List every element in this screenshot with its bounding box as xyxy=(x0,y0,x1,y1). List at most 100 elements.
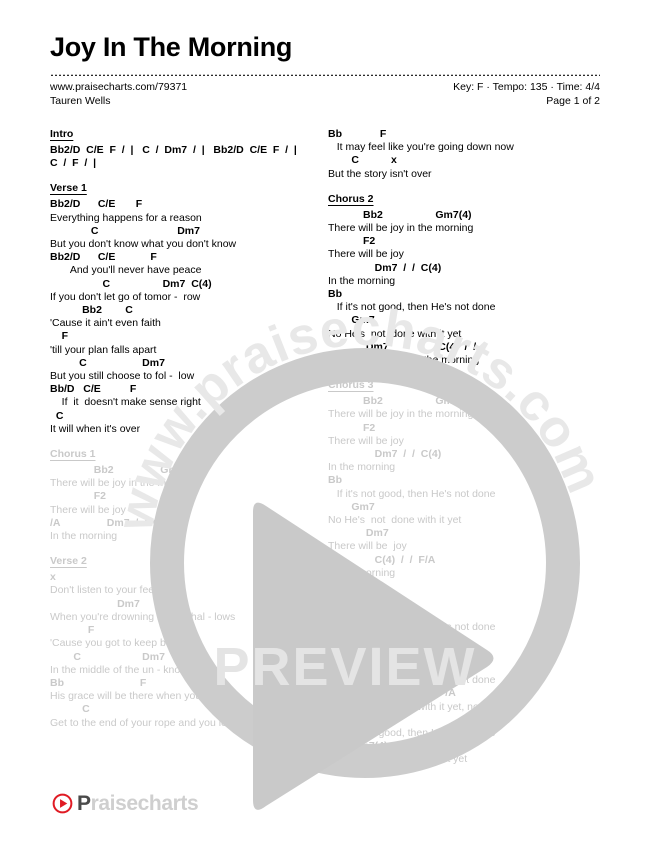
section-heading: Verse 2 xyxy=(50,555,87,568)
brand-remainder: raisecharts xyxy=(90,792,199,815)
section-chorus-1: Chorus 1 Bb2 Gm7 There will be joy in the… xyxy=(50,448,328,543)
section-heading: Chorus 2 xyxy=(328,192,374,205)
play-circle-icon[interactable] xyxy=(52,793,73,814)
lyric-line: 'Cause it ain't even faith xyxy=(50,317,161,330)
brand-wordmark: Praisecharts xyxy=(77,792,199,815)
page-title: Joy In The Morning xyxy=(50,32,293,62)
chord-line: F2 xyxy=(328,235,376,248)
section-verse-2: Verse 2 x Don't listen to your feelings Dm… xyxy=(50,555,328,729)
lyric-line: In the middle of the un - known xyxy=(50,663,194,676)
chord-line: C Dm7 xyxy=(50,224,200,237)
lyric-line: If it's not good, then He's not done xyxy=(328,726,496,739)
chart-column-right: Bb F It may feel like you're going down … xyxy=(328,128,606,779)
lyric-line: 'Cause you got to keep believing xyxy=(50,637,202,650)
chord-line: Bb xyxy=(328,660,342,673)
lyric-line: But you don't know what you don't know xyxy=(50,238,237,251)
chord-line: C xyxy=(50,409,64,422)
chord-line: x xyxy=(50,571,56,584)
chord-line: Gm7 xyxy=(328,634,375,647)
chord-line: Bb2 Gm7(4) xyxy=(328,395,472,408)
lyric-line: Get to the end of your rope and you let xyxy=(50,716,230,729)
lyric-line: In the morning xyxy=(328,461,396,474)
section-chorus-4: Chorus 4 Bb If it's not good, then He's n… xyxy=(328,592,606,766)
chord-line: Bb2/D C/E F / | C / Dm7 / | Bb2/D C/E F … xyxy=(50,144,297,156)
praisecharts-logo[interactable]: Praisecharts xyxy=(52,792,199,815)
chord-line: Bb2/D C/E F xyxy=(50,251,157,264)
chord-line: Bb xyxy=(328,288,342,301)
section-intro: Intro Bb2/D C/E F / | C / Dm7 / | Bb2/D C… xyxy=(50,128,328,170)
lyric-line: There will be joy in the morning xyxy=(328,408,474,421)
artist-name: Tauren Wells xyxy=(50,95,111,107)
section-heading: Chorus 4 xyxy=(328,592,374,605)
chord-line: Gm7(4) xyxy=(328,740,388,753)
lyric-line: No He's not done with it yet, no no no xyxy=(328,700,509,713)
lyric-line: When you're drowning in the shal - lows xyxy=(50,610,236,623)
lyric-line: There will be joy in the morning xyxy=(328,222,474,235)
lyric-line: There will be joy xyxy=(328,248,404,261)
brand-initial: P xyxy=(77,792,91,815)
chord-line: F2 xyxy=(328,421,376,434)
section-verse-1: Verse 1 Bb2/D C/E F Everything happens for… xyxy=(50,182,328,436)
key-tempo-time: Key: F · Tempo: 135 · Time: 4/4 xyxy=(453,81,600,93)
lyric-line: No He's not done with it yet xyxy=(328,647,462,660)
lyric-line: In the morning xyxy=(328,566,396,579)
section-chorus-3: Chorus 3 Bb2 Gm7(4) There will be joy in … xyxy=(328,379,606,580)
lyric-line: But the story isn't over xyxy=(328,167,432,180)
chord-line: Bb xyxy=(328,474,342,487)
lyric-line: There will be joy xyxy=(50,503,126,516)
chord-line: C / F / | xyxy=(50,157,97,170)
lyric-line: In the morning xyxy=(328,274,396,287)
lyric-line: If it doesn't make sense right xyxy=(50,396,201,409)
lyric-line: There will be joy in the morning xyxy=(50,477,196,490)
chord-line: F xyxy=(50,330,69,343)
lyric-line: It will when it's over xyxy=(50,422,141,435)
section-chorus-2: Chorus 2 Bb2 Gm7(4) There will be joy in … xyxy=(328,193,606,367)
header-divider xyxy=(50,73,600,76)
section-verse-1-cont: Bb F It may feel like you're going down … xyxy=(328,128,606,181)
chord-line: C Dm7 C(4) xyxy=(50,277,212,290)
chord-line: Bb2/D C/E F xyxy=(50,198,143,211)
chord-line: F xyxy=(50,624,95,637)
lyric-line: But you still choose to fol - low xyxy=(50,370,195,383)
lyric-line: No He's not done with it yet xyxy=(328,514,462,527)
lyric-line: There will be joy in the morning xyxy=(328,354,480,367)
chord-line: Gm7 xyxy=(328,314,375,327)
chord-line: Dm7 / / C(4) xyxy=(328,261,442,274)
header-right-meta: Key: F · Tempo: 135 · Time: 4/4 Page 1 o… xyxy=(453,80,600,108)
chord-line: Bb2 Gm7 xyxy=(50,464,184,477)
lyric-line: There will be joy xyxy=(328,540,407,553)
lyric-line: And you'll never have peace xyxy=(50,264,202,277)
source-url[interactable]: www.praisecharts.com/79371 xyxy=(50,80,187,94)
lyric-line: If it's not good, then He's not done xyxy=(328,674,496,687)
lyric-line: Don't listen to your feelings xyxy=(50,584,176,597)
chord-chart-page: Joy In The Morning www.praisecharts.com/… xyxy=(0,0,650,850)
chord-line: Dm7 xyxy=(328,527,389,540)
chord-line: Bb F xyxy=(50,676,147,689)
chord-line: Bb2 Gm7(4) xyxy=(328,208,472,221)
chord-line: Dm7 xyxy=(50,597,140,610)
lyric-line: No He's not done with it yet xyxy=(328,753,468,766)
chord-line: Bb2 C xyxy=(50,304,133,317)
lyric-line: It may feel like you're going down now xyxy=(328,141,514,154)
chord-line: Bb xyxy=(328,713,342,726)
header-left-meta: www.praisecharts.com/79371 Tauren Wells xyxy=(50,80,187,108)
chord-line: Bb/D C/E F xyxy=(50,383,137,396)
chord-line: C x xyxy=(328,154,397,167)
chord-line: /A Dm7 / / C(4) xyxy=(50,516,174,529)
chord-line: Dm7 C(4) / / xyxy=(328,340,477,353)
chord-line: F2 xyxy=(50,490,107,503)
chord-line: Dm7 / / C(4) xyxy=(328,448,442,461)
lyric-line: If it's not good, then He's not done xyxy=(328,301,496,314)
chord-line: Bb F xyxy=(328,128,387,140)
lyric-line: No He's not done with it yet xyxy=(328,327,462,340)
lyric-line: If it's not good, then He's not done xyxy=(328,621,496,634)
section-heading: Chorus 3 xyxy=(328,379,374,392)
lyric-line: Everything happens for a reason xyxy=(50,211,202,224)
chord-line: C(4) / / F/A xyxy=(328,553,436,566)
chord-line: Gm7 F/A xyxy=(328,687,456,700)
lyric-line: In the morning xyxy=(50,530,118,543)
lyric-line: 'till your plan falls apart xyxy=(50,343,157,356)
section-heading: Verse 1 xyxy=(50,182,87,195)
lyric-line: His grace will be there when you xyxy=(50,690,202,703)
chord-line: C xyxy=(50,703,90,716)
